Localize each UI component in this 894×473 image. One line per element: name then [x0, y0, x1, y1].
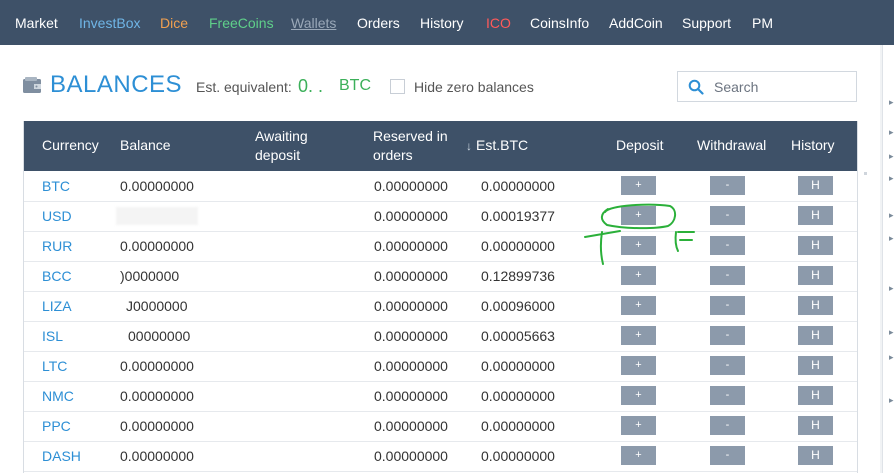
green-annotation-scribble [584, 203, 695, 265]
